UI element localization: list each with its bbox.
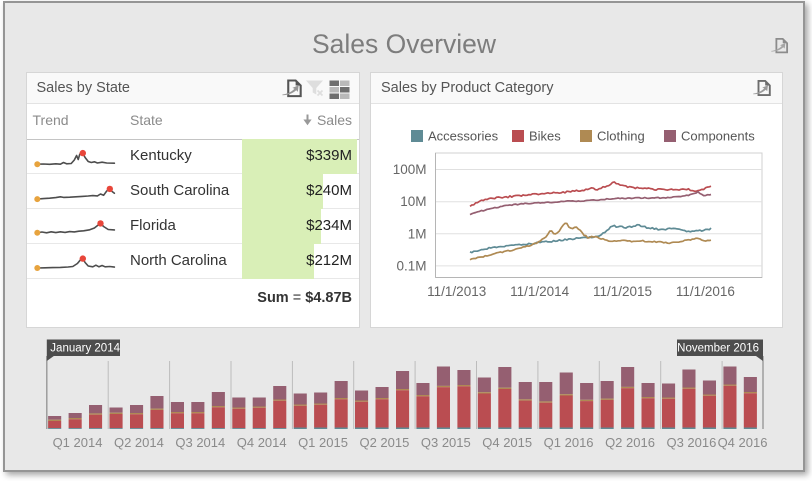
svg-text:Clothing: Clothing	[597, 129, 645, 144]
svg-text:11/1/2016: 11/1/2016	[676, 284, 735, 299]
svg-text:10M: 10M	[400, 194, 426, 209]
svg-text:Q4 2016: Q4 2016	[718, 435, 768, 450]
svg-text:Q2 2016: Q2 2016	[605, 435, 655, 450]
svg-text:Q2 2014: Q2 2014	[114, 435, 164, 450]
svg-text:Q1 2014: Q1 2014	[53, 435, 103, 450]
svg-text:November 2016: November 2016	[677, 343, 759, 355]
svg-text:Components: Components	[681, 129, 755, 144]
svg-text:11/1/2013: 11/1/2013	[427, 284, 486, 299]
svg-text:0.1M: 0.1M	[396, 258, 426, 273]
svg-text:11/1/2015: 11/1/2015	[593, 284, 652, 299]
svg-text:Q3 2014: Q3 2014	[175, 435, 225, 450]
svg-text:Q4 2015: Q4 2015	[482, 435, 532, 450]
svg-text:Q3 2015: Q3 2015	[421, 435, 471, 450]
svg-text:Bikes: Bikes	[529, 129, 561, 144]
svg-text:100M: 100M	[393, 162, 427, 177]
svg-text:Q2 2015: Q2 2015	[359, 435, 409, 450]
svg-text:1M: 1M	[408, 226, 427, 241]
svg-text:Accessories: Accessories	[428, 129, 499, 144]
svg-text:Q1 2016: Q1 2016	[544, 435, 594, 450]
svg-text:Q4 2014: Q4 2014	[237, 435, 287, 450]
svg-text:Q3 2016: Q3 2016	[666, 435, 716, 450]
svg-text:Q1 2015: Q1 2015	[298, 435, 348, 450]
svg-text:January 2014: January 2014	[50, 343, 120, 355]
svg-text:11/1/2014: 11/1/2014	[510, 284, 570, 299]
